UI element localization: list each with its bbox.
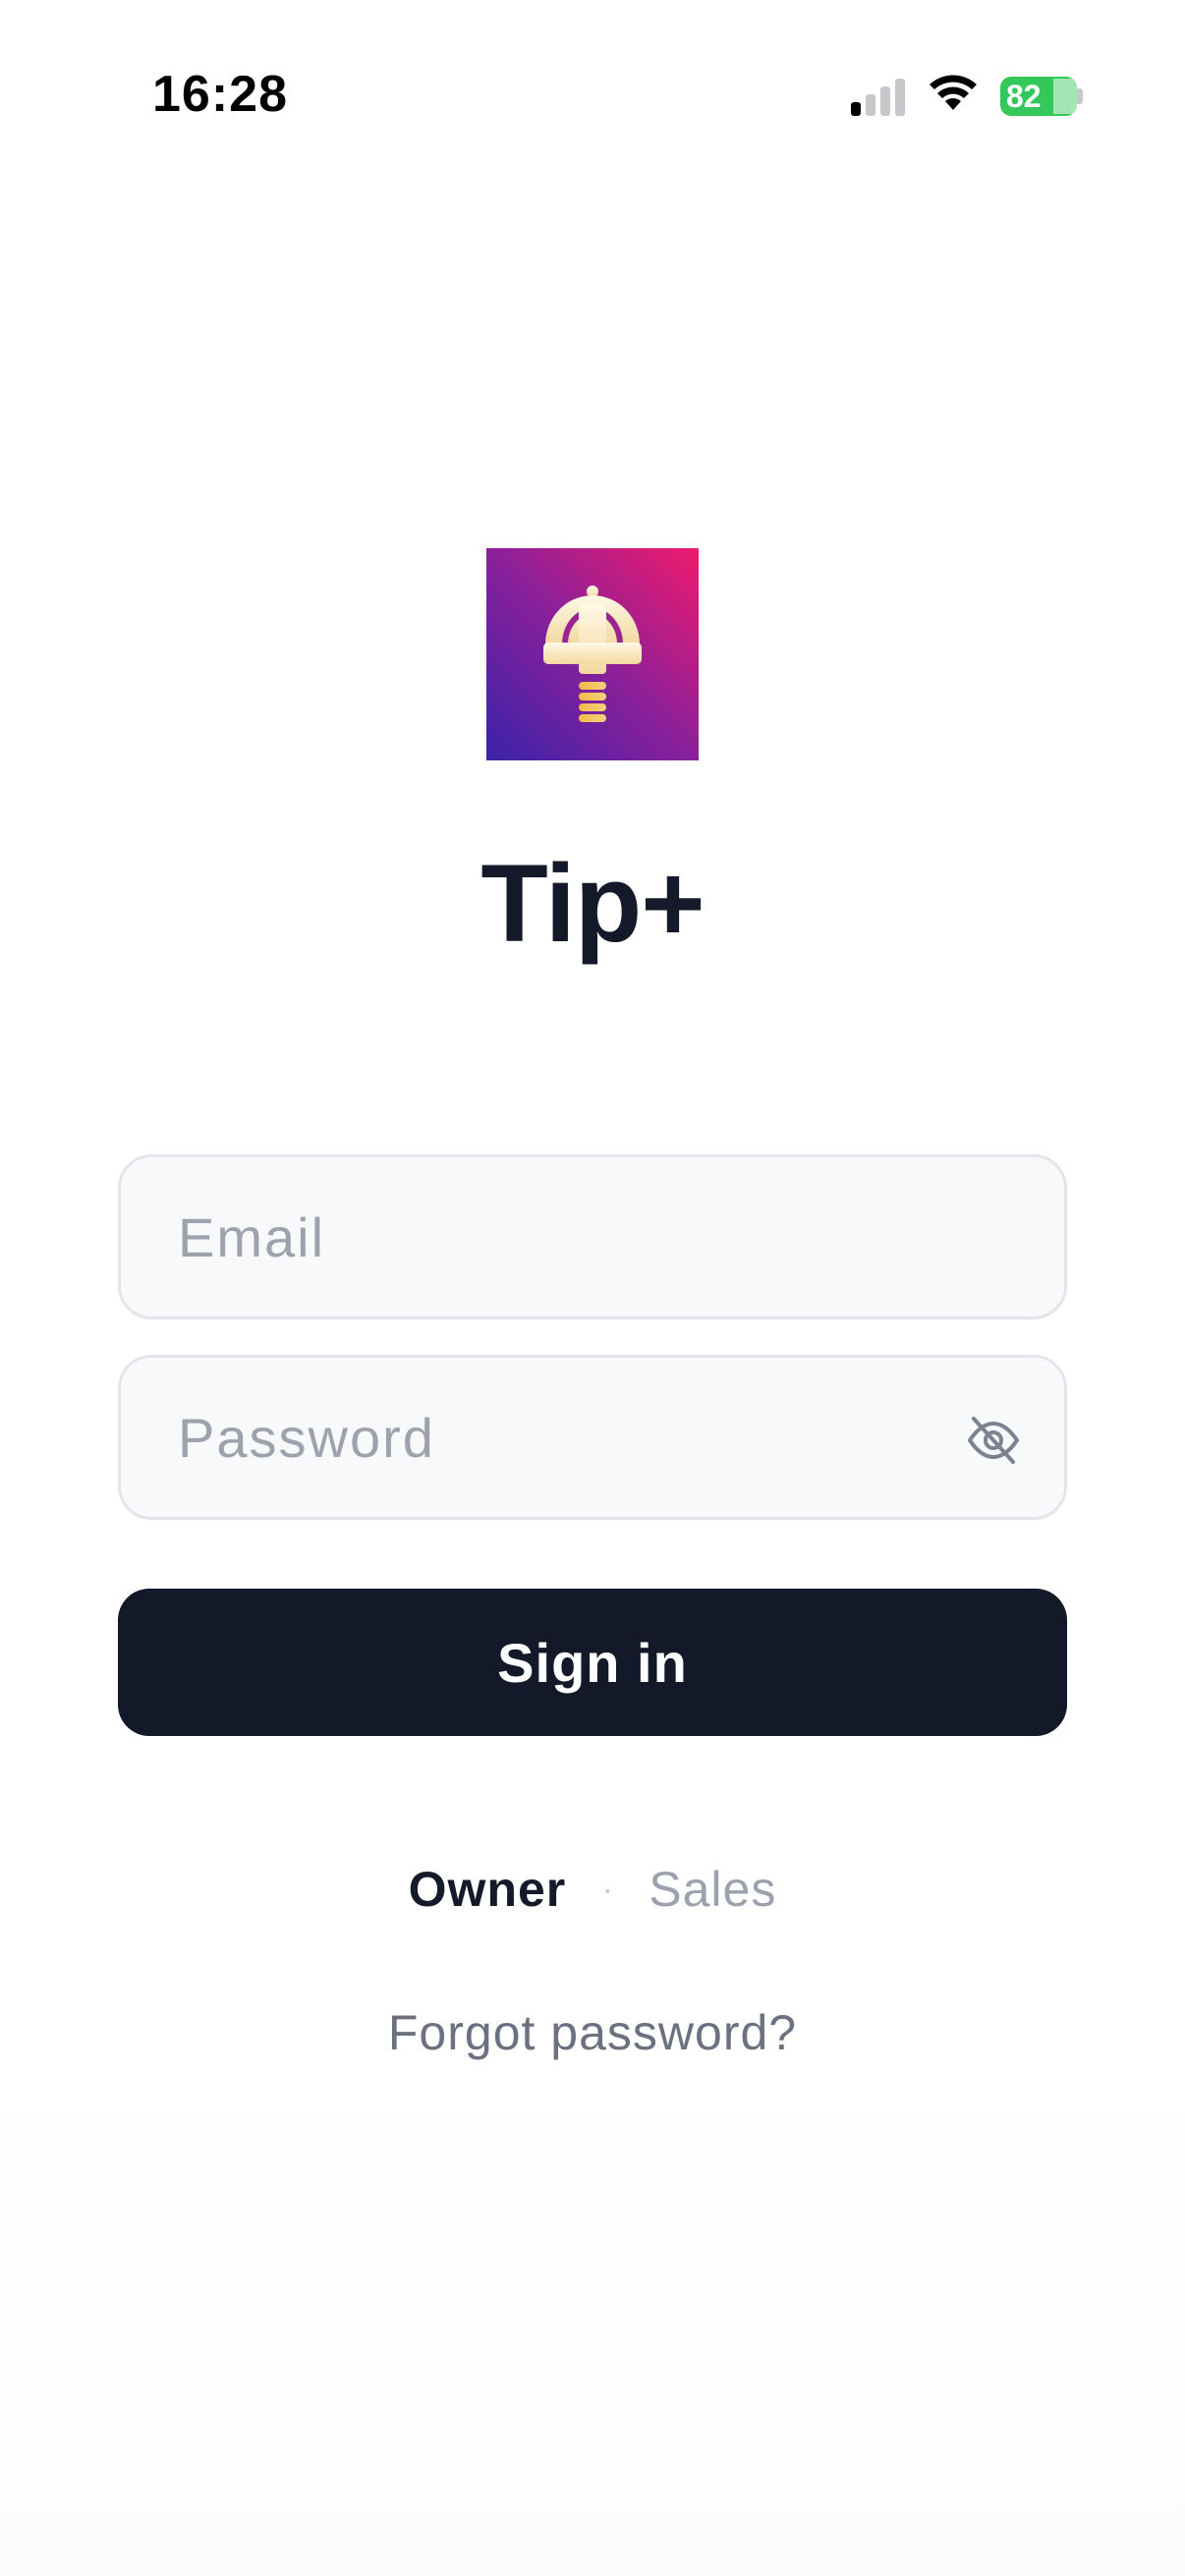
forgot-password-link[interactable]: Forgot password? xyxy=(0,2004,1185,2061)
battery-charging-icon xyxy=(1053,79,1077,114)
app-logo xyxy=(486,548,699,760)
cellular-signal-icon xyxy=(851,79,906,116)
eye-off-icon[interactable] xyxy=(966,1413,1021,1468)
email-input[interactable] xyxy=(178,1157,964,1316)
wifi-icon xyxy=(930,75,977,110)
password-field[interactable] xyxy=(118,1355,1067,1520)
status-time: 16:28 xyxy=(152,66,288,123)
password-input[interactable] xyxy=(178,1358,964,1517)
status-bar: 16:28 82 xyxy=(0,0,1185,196)
sign-in-button[interactable]: Sign in xyxy=(118,1589,1067,1736)
role-sales-tab[interactable]: Sales xyxy=(649,1862,776,1917)
battery-cap xyxy=(1077,88,1083,104)
tip-plus-logo-icon xyxy=(543,586,642,722)
role-selector: Owner · Sales xyxy=(0,1855,1185,1924)
role-owner-tab[interactable]: Owner xyxy=(409,1862,567,1917)
email-field[interactable] xyxy=(118,1154,1067,1319)
app-title: Tip+ xyxy=(480,842,705,965)
battery-level: 82 xyxy=(1006,79,1042,114)
role-separator: · xyxy=(601,1869,614,1909)
